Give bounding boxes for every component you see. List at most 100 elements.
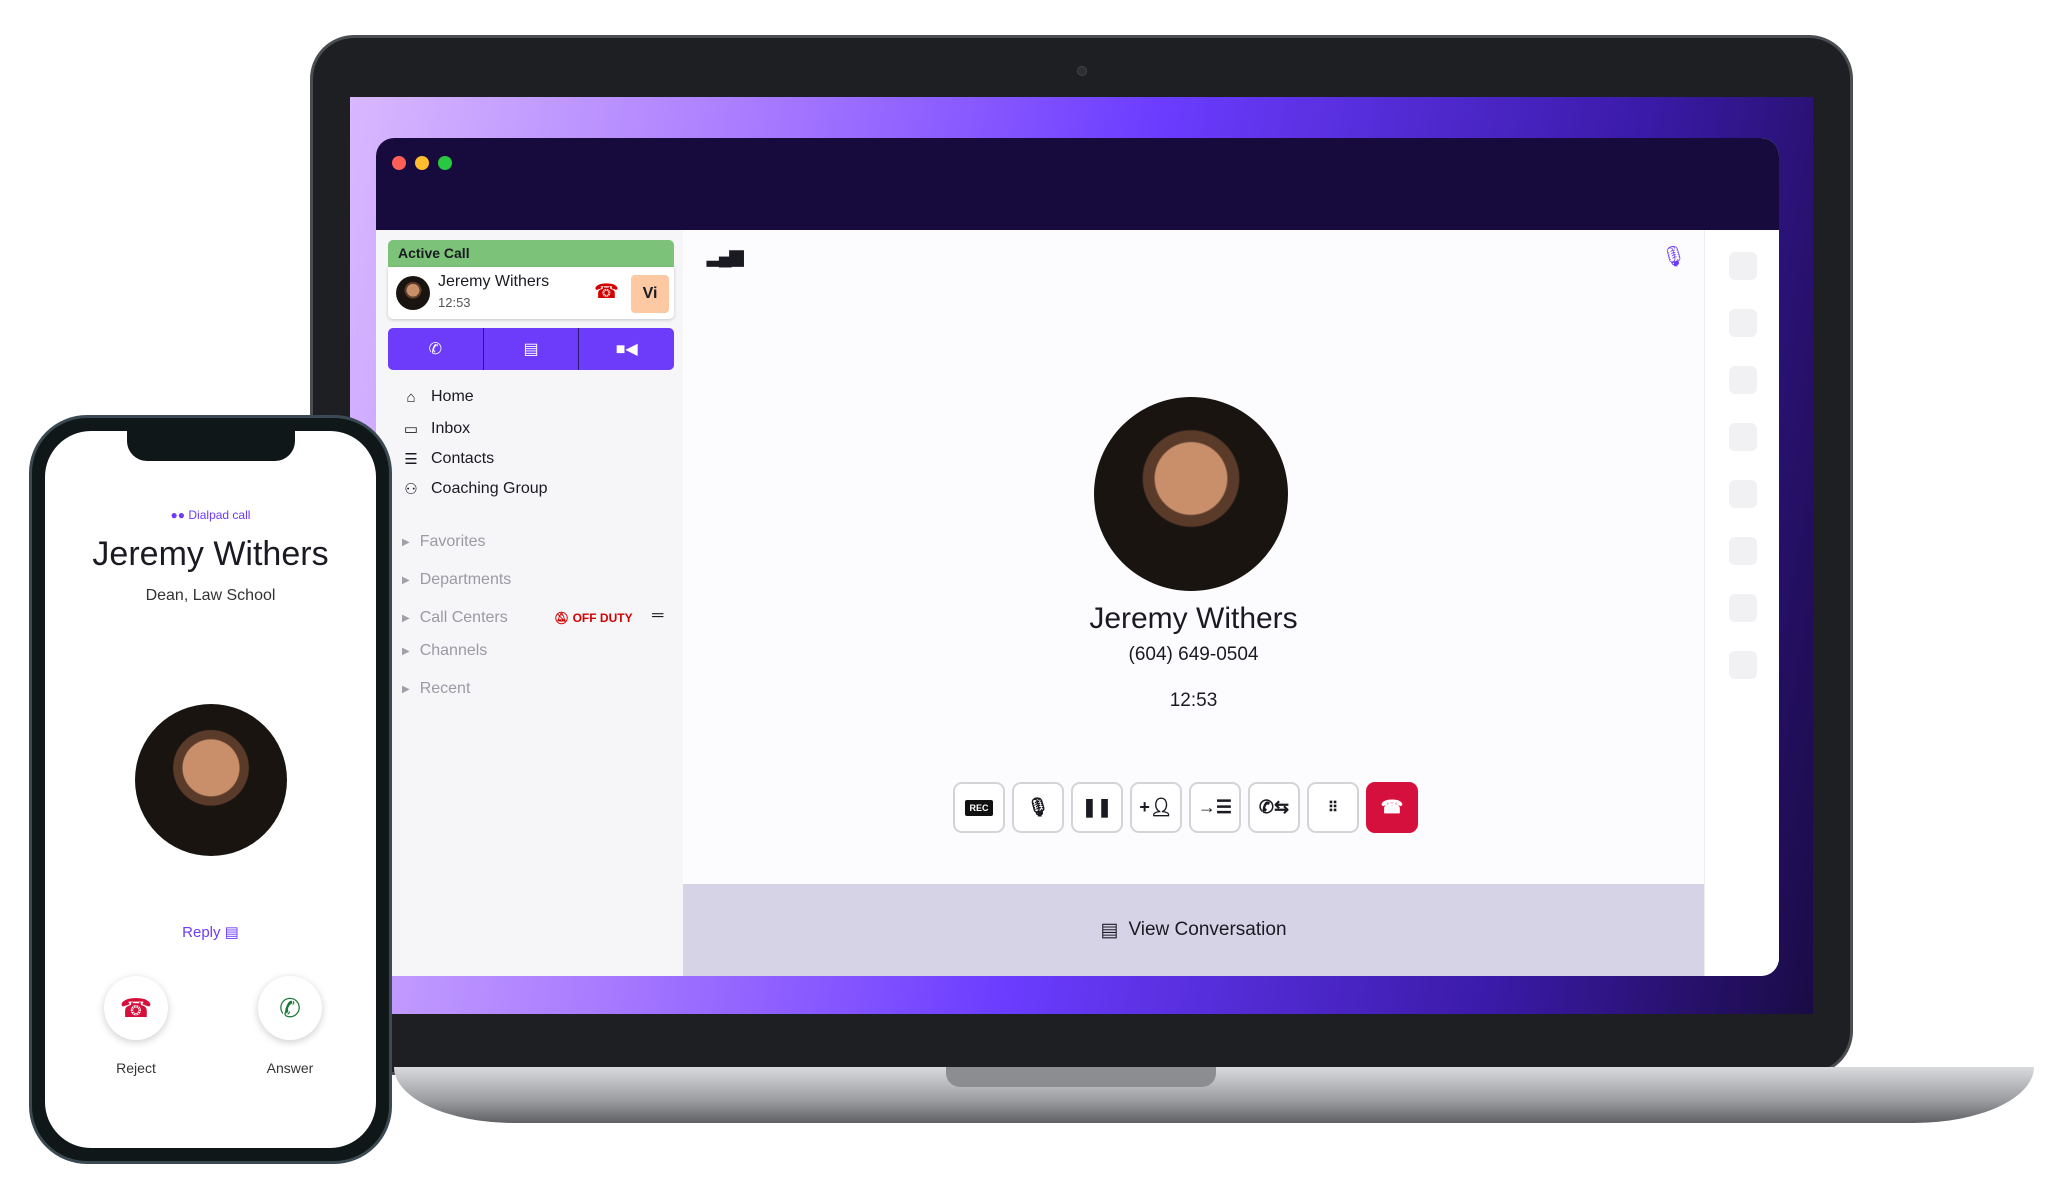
add-person-icon: +👤︎: [1139, 797, 1173, 817]
signal-strength-icon: ▂▄▆: [707, 246, 743, 266]
group-departments[interactable]: ▶ Departments: [402, 571, 511, 589]
right-rail: [1704, 230, 1779, 976]
reject-button[interactable]: ☎: [104, 976, 168, 1040]
phone-notch: [127, 431, 295, 461]
transfer-icon: →☰: [1197, 797, 1233, 817]
video-icon[interactable]: ■◀: [579, 328, 674, 370]
caller-number: (604) 649-0504: [1128, 644, 1259, 665]
view-conversation-button[interactable]: ▤ View Conversation: [683, 884, 1704, 976]
swap-call-button[interactable]: ✆⇆: [1248, 782, 1300, 833]
group-channels[interactable]: ▶ Channels: [402, 642, 487, 660]
contacts-icon: ☰: [404, 451, 418, 468]
group-label: Departments: [419, 571, 512, 588]
sidebar: Active Call Jeremy Withers 12:53 ☎ Vi ✆ …: [376, 230, 683, 976]
active-call-name: Jeremy Withers: [438, 273, 550, 290]
caller-name: Jeremy Withers: [1089, 602, 1298, 635]
group-call-centers[interactable]: ▶ Call Centers: [402, 609, 508, 627]
app-window: Active Call Jeremy Withers 12:53 ☎ Vi ✆ …: [376, 138, 1779, 976]
rail-placeholder: [1729, 537, 1757, 565]
nav-coaching-group[interactable]: ⚇ Coaching Group: [403, 480, 548, 498]
rail-placeholder: [1729, 651, 1757, 679]
hang-up-icon: ☎: [119, 992, 153, 1023]
call-source: ●● Dialpad call: [45, 508, 376, 522]
active-call-card[interactable]: Jeremy Withers 12:53 ☎ Vi: [388, 267, 674, 319]
maximize-window-button[interactable]: [438, 156, 452, 170]
message-icon[interactable]: ▤: [484, 328, 580, 370]
rail-placeholder: [1729, 309, 1757, 337]
rail-placeholder: [1729, 594, 1757, 622]
caller-avatar: [396, 276, 430, 310]
quick-actions: ✆ ▤ ■◀: [388, 328, 674, 370]
transfer-button[interactable]: →☰: [1189, 782, 1241, 833]
laptop-notch: [946, 1067, 1216, 1087]
phone-icon[interactable]: ✆: [388, 328, 484, 370]
hang-up-button[interactable]: ☎: [1366, 782, 1418, 833]
group-icon: ⚇: [404, 481, 418, 498]
add-participant-button[interactable]: +👤︎: [1130, 782, 1182, 833]
rec-icon: REC: [965, 799, 993, 816]
call-panel: ▂▄▆ 🎙︎ Jeremy Withers (604) 649-0504 12:…: [683, 230, 1704, 976]
expand-arrow-icon: ▶: [402, 612, 410, 624]
rail-placeholder: [1729, 480, 1757, 508]
call-controls: REC 🎙︎ ❚❚ +👤︎ →☰ ✆⇆ ⠿ ☎: [953, 782, 1418, 833]
active-call-duration: 12:53: [438, 295, 471, 310]
nav-label: Contacts: [431, 450, 495, 467]
inbox-icon: ▭: [403, 421, 419, 438]
rail-placeholder: [1729, 252, 1757, 280]
call-timer: 12:53: [1169, 690, 1218, 711]
rail-placeholder: [1729, 366, 1757, 394]
group-label: Channels: [419, 642, 488, 659]
vi-badge[interactable]: Vi: [631, 275, 669, 313]
group-label: Call Centers: [419, 609, 508, 626]
hang-up-icon: ☎: [1380, 797, 1404, 817]
call-source-label: Dialpad call: [188, 508, 251, 522]
nav-label: Coaching Group: [431, 480, 548, 497]
group-recent[interactable]: ▶ Recent: [402, 680, 470, 698]
reply-button[interactable]: Reply ▤: [45, 923, 376, 941]
keypad-button[interactable]: ⠿: [1307, 782, 1359, 833]
message-icon: ▤: [1100, 919, 1119, 941]
expand-arrow-icon: ▶: [402, 536, 410, 548]
dialpad-logo-icon: ●●: [170, 508, 189, 522]
incoming-caller-title: Dean, Law School: [145, 587, 276, 604]
record-button[interactable]: REC: [953, 782, 1005, 833]
incoming-caller-name: Jeremy Withers: [92, 535, 329, 573]
expand-arrow-icon: ▶: [402, 683, 410, 695]
message-icon: ▤: [224, 924, 239, 941]
caller-photo: [1094, 397, 1288, 591]
off-duty-label: OFF DUTY: [572, 611, 633, 625]
laptop-camera: [1077, 66, 1087, 76]
menu-icon[interactable]: ═: [652, 607, 663, 625]
reply-label: Reply: [182, 924, 221, 941]
view-conversation-label: View Conversation: [1128, 919, 1287, 940]
mute-button[interactable]: 🎙︎: [1012, 782, 1064, 833]
close-window-button[interactable]: [392, 156, 406, 170]
microphone-icon: 🎙︎: [1026, 797, 1050, 817]
rail-placeholder: [1729, 423, 1757, 451]
mobile-phone: ●● Dialpad call Jeremy Withers Dean, Law…: [29, 415, 392, 1164]
nav-home[interactable]: ⌂ Home: [403, 388, 474, 406]
reject-label: Reject: [116, 1060, 156, 1076]
answer-label: Answer: [266, 1060, 314, 1076]
nav-label: Inbox: [431, 420, 471, 437]
expand-arrow-icon: ▶: [402, 574, 410, 586]
group-favorites[interactable]: ▶ Favorites: [402, 533, 486, 551]
nav-inbox[interactable]: ▭ Inbox: [403, 420, 470, 438]
incoming-caller-photo: [135, 704, 287, 856]
nav-label: Home: [431, 388, 474, 405]
phone-icon: ✆: [279, 992, 301, 1023]
hold-button[interactable]: ❚❚: [1071, 782, 1123, 833]
title-bar: [376, 138, 1779, 230]
off-duty-status[interactable]: 🔕︎ OFF DUTY: [554, 611, 633, 625]
nav-contacts[interactable]: ☰ Contacts: [403, 450, 494, 468]
pause-icon: ❚❚: [1081, 797, 1113, 817]
active-call-header: Active Call: [388, 240, 674, 267]
phone-screen: ●● Dialpad call Jeremy Withers Dean, Law…: [45, 431, 376, 1148]
hang-up-icon[interactable]: ☎: [594, 279, 619, 304]
minimize-window-button[interactable]: [415, 156, 429, 170]
answer-button[interactable]: ✆: [258, 976, 322, 1040]
bell-off-icon: 🔕︎: [554, 611, 573, 625]
group-label: Favorites: [419, 533, 486, 550]
group-label: Recent: [419, 680, 471, 697]
microphone-icon[interactable]: 🎙︎: [1661, 244, 1686, 269]
